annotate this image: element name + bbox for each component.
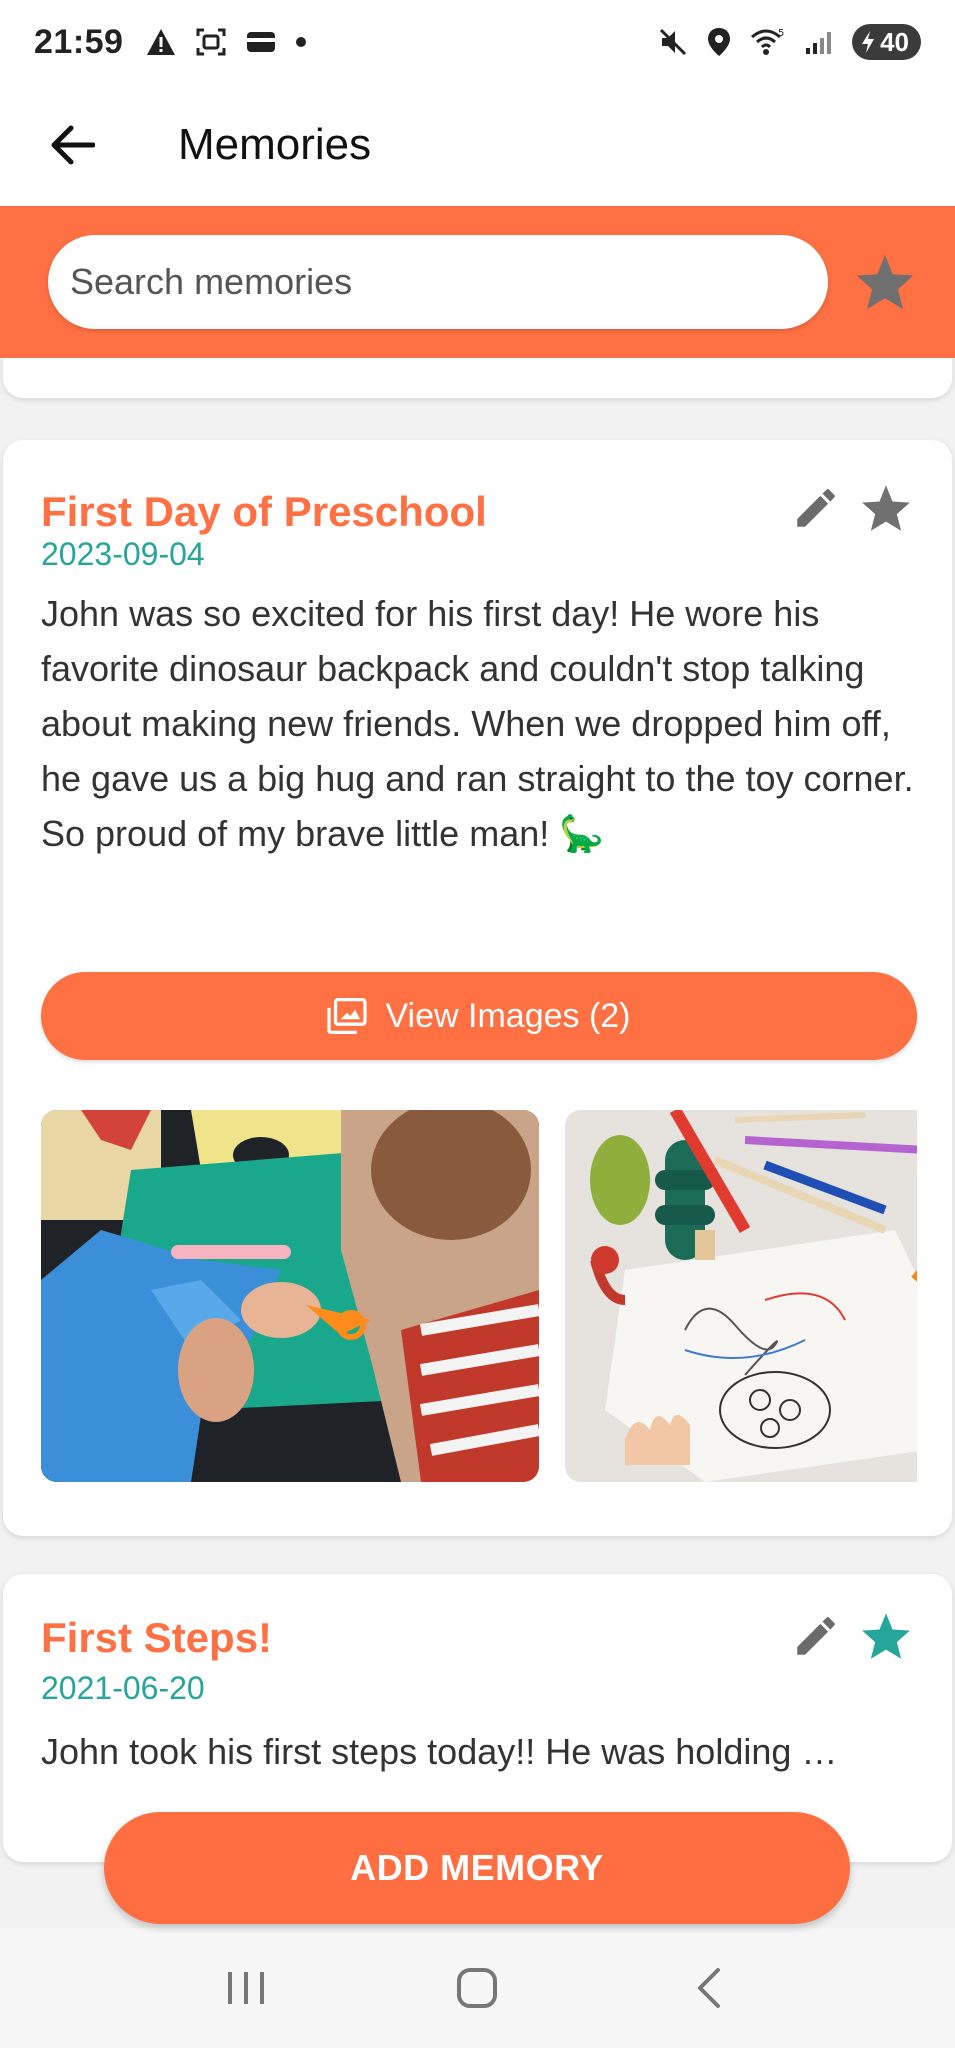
photo-thumbnail[interactable] <box>41 1110 539 1482</box>
dot-icon <box>296 37 307 47</box>
drawing-photo <box>565 1110 917 1482</box>
memory-title: First Day of Preschool <box>41 488 487 535</box>
image-gallery[interactable] <box>41 1110 917 1482</box>
favorite-button[interactable] <box>858 480 914 536</box>
system-nav-bar <box>0 1928 955 2048</box>
wifi-icon: 5 <box>751 28 784 55</box>
add-memory-button[interactable]: ADD MEMORY <box>104 1812 850 1924</box>
home-button[interactable] <box>432 1943 522 2033</box>
memory-card[interactable]: First Day of Preschool 2023-09-04 John w… <box>3 440 952 1536</box>
favorite-button[interactable] <box>858 1608 914 1664</box>
recent-apps-button[interactable] <box>201 1943 291 2033</box>
battery-level: 40 <box>880 26 909 57</box>
page-title: Memories <box>178 120 372 169</box>
craft-photo <box>41 1110 539 1482</box>
memory-text: John took his first steps today!! He was… <box>41 1731 838 1772</box>
memories-list[interactable]: First Day of Preschool 2023-09-04 John w… <box>0 358 955 1928</box>
search-input[interactable] <box>70 261 828 303</box>
view-images-button[interactable]: View Images (2) <box>41 972 917 1060</box>
status-right-icons: 5 40 <box>658 24 921 60</box>
screen: 21:59 5 40 Memories Search memories Firs… <box>0 0 955 2048</box>
memory-date: 2023-09-04 <box>41 536 205 572</box>
memory-title: First Steps! <box>41 1614 273 1661</box>
favorites-filter-button[interactable] <box>850 247 920 317</box>
photo-thumbnail[interactable] <box>565 1110 917 1482</box>
view-images-label: View Images (2) <box>385 996 631 1035</box>
memory-text: John was so excited for his first day! H… <box>41 593 914 854</box>
star-icon <box>862 485 910 531</box>
memory-date: 2021-06-20 <box>41 1670 205 1706</box>
memory-card-previous[interactable] <box>3 358 952 398</box>
recent-apps-icon <box>227 1972 264 2004</box>
pencil-icon <box>797 1617 835 1655</box>
wallet-icon <box>247 32 276 52</box>
status-bar: 21:59 5 40 <box>0 0 955 84</box>
chevron-left-icon <box>698 1968 721 2008</box>
battery-indicator: 40 <box>852 24 921 60</box>
home-icon <box>457 1968 498 2008</box>
warning-icon <box>147 29 176 55</box>
app-bar: Memories <box>0 84 955 206</box>
location-icon <box>708 28 731 56</box>
screenshot-icon <box>196 28 226 56</box>
memory-actions <box>788 480 914 536</box>
search-bar <box>0 206 955 358</box>
status-left-icons <box>145 27 307 57</box>
mute-icon <box>660 28 687 56</box>
photo-library-icon <box>327 998 368 1034</box>
search-box[interactable] <box>48 235 828 329</box>
star-icon <box>862 1613 910 1659</box>
status-time: 21:59 <box>34 22 124 61</box>
signal-icon <box>806 32 832 54</box>
system-back-button[interactable] <box>664 1943 754 2033</box>
arrow-left-icon <box>51 125 95 165</box>
memory-actions <box>788 1608 914 1664</box>
edit-button[interactable] <box>788 480 844 536</box>
edit-button[interactable] <box>788 1608 844 1664</box>
charging-icon <box>862 31 875 53</box>
back-button[interactable] <box>22 95 122 195</box>
star-icon <box>856 254 914 310</box>
svg-text:5: 5 <box>778 28 784 39</box>
pencil-icon <box>797 489 835 527</box>
